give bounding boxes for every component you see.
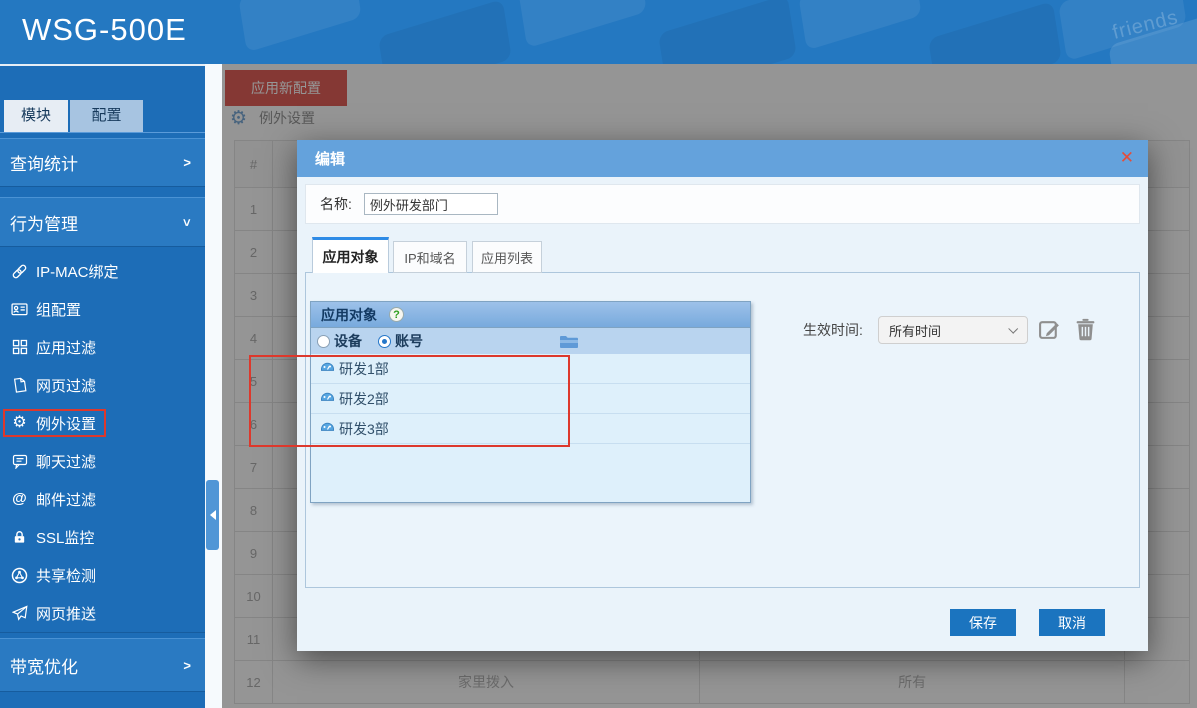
name-input[interactable]: [363, 193, 498, 215]
sidebar-item-web-filter[interactable]: 网页过滤: [0, 366, 205, 404]
sidebar-item-ssl-monitor[interactable]: SSL监控: [0, 518, 205, 556]
panel-header: 应用对象 ?: [311, 302, 750, 328]
tab-app-objects[interactable]: 应用对象: [312, 237, 389, 273]
sidebar-gap: [205, 64, 222, 708]
gear-icon: ⚙: [12, 414, 27, 431]
list-item[interactable]: 研发1部: [311, 354, 750, 384]
list-item[interactable]: 研发3部: [311, 414, 750, 444]
section-label: 行为管理: [10, 214, 78, 234]
sidebar-item-share-detect[interactable]: 共享检测: [0, 556, 205, 594]
sidebar-item-mail-filter[interactable]: @ 邮件过滤: [0, 480, 205, 518]
radio-device[interactable]: [317, 334, 330, 348]
chevron-right-icon: >: [183, 657, 191, 673]
app-object-list: 研发1部 研发2部 研发3部: [311, 354, 750, 444]
webpage-icon: [10, 377, 29, 394]
cancel-button[interactable]: 取消: [1039, 609, 1105, 636]
effective-time-select[interactable]: 所有时间: [878, 316, 1028, 344]
dialog-title: 编辑: [315, 151, 346, 168]
sidebar-item-web-push[interactable]: 网页推送: [0, 594, 205, 632]
group-gauge-icon: [319, 421, 336, 437]
section-label: 带宽优化: [10, 657, 78, 677]
app-title: WSG-500E: [22, 12, 187, 47]
sidebar-section-behavior[interactable]: 行为管理 >: [0, 197, 205, 247]
help-icon[interactable]: ?: [389, 307, 404, 322]
sidebar: 模块 配置 查询统计 > 行为管理 > IP-MAC绑定 组配置 应用过滤 网页…: [0, 64, 205, 708]
sidebar-item-label: 邮件过滤: [36, 491, 97, 509]
dialog-titlebar: 编辑: [297, 140, 1148, 177]
app-window: friends WSG-500E 模块 配置 查询统计 > 行为管理 > IP-…: [0, 0, 1197, 708]
sidebar-tabline: [0, 132, 205, 133]
sidebar-item-chat-filter[interactable]: 聊天过滤: [0, 442, 205, 480]
sidebar-tab-config[interactable]: 配置: [70, 100, 143, 132]
select-chevron-icon: [1008, 323, 1019, 334]
name-field-row: 名称:: [305, 184, 1140, 224]
sidebar-item-app-filter[interactable]: 应用过滤: [0, 328, 205, 366]
radio-account-label: 账号: [395, 333, 423, 349]
panel-title: 应用对象: [321, 306, 377, 323]
sidebar-divider: [0, 632, 205, 633]
radio-device-label: 设备: [334, 333, 362, 349]
sidebar-tab-modules[interactable]: 模块: [4, 100, 68, 132]
list-item-label: 研发2部: [339, 390, 389, 407]
sidebar-item-ip-mac[interactable]: IP-MAC绑定: [0, 252, 205, 290]
sidebar-item-label: 网页过滤: [36, 377, 97, 395]
tab-ip-domain[interactable]: IP和域名: [393, 241, 467, 273]
effective-time-label: 生效时间:: [803, 322, 863, 338]
effective-time-value: 所有时间: [889, 323, 942, 339]
paper-plane-icon: [10, 605, 29, 622]
name-label: 名称:: [320, 196, 352, 212]
at-icon: @: [12, 490, 27, 507]
sidebar-item-exception[interactable]: ⚙ 例外设置: [0, 404, 205, 442]
chevron-down-icon: >: [179, 218, 195, 226]
id-card-icon: [10, 301, 29, 318]
folder-icon[interactable]: [559, 334, 579, 349]
section-label: 查询统计: [10, 155, 78, 174]
grid-icon: [10, 339, 29, 356]
radio-account[interactable]: [378, 334, 391, 348]
sidebar-item-label: 聊天过滤: [36, 453, 97, 471]
save-button[interactable]: 保存: [950, 609, 1016, 636]
close-icon[interactable]: ✕: [1120, 148, 1134, 168]
list-item-label: 研发3部: [339, 420, 389, 437]
object-type-radio-row: 设备 账号: [311, 328, 750, 354]
sidebar-item-label: SSL监控: [36, 529, 95, 547]
chevron-right-icon: >: [183, 155, 191, 170]
lock-icon: [10, 529, 29, 546]
sidebar-item-label: 组配置: [36, 301, 82, 319]
list-item-label: 研发1部: [339, 360, 389, 377]
sidebar-item-group-config[interactable]: 组配置: [0, 290, 205, 328]
link-icon: [10, 263, 29, 280]
sidebar-item-label: 网页推送: [36, 605, 97, 623]
sidebar-item-label: 应用过滤: [36, 339, 97, 357]
edit-dialog: 编辑 ✕ 名称: 应用对象 IP和域名 应用列表 应用对象 ? 设备 账号: [297, 140, 1148, 651]
sidebar-item-label: 例外设置: [36, 415, 97, 433]
sidebar-item-label: 共享检测: [36, 567, 97, 585]
chat-icon: [10, 453, 29, 470]
sidebar-item-label: IP-MAC绑定: [36, 263, 119, 281]
group-gauge-icon: [319, 391, 336, 407]
delete-time-icon[interactable]: [1072, 316, 1098, 342]
group-gauge-icon: [319, 361, 336, 377]
top-header: friends WSG-500E: [0, 0, 1197, 64]
tab-app-list[interactable]: 应用列表: [472, 241, 542, 273]
sidebar-collapse-handle[interactable]: [206, 480, 219, 550]
list-item[interactable]: 研发2部: [311, 384, 750, 414]
share-icon: [10, 567, 29, 584]
collapse-arrow-icon: [209, 510, 216, 520]
edit-time-icon[interactable]: [1036, 316, 1062, 342]
sidebar-menu: IP-MAC绑定 组配置 应用过滤 网页过滤 ⚙ 例外设置 聊天过滤 @ 邮件过…: [0, 252, 205, 632]
sidebar-section-bandwidth[interactable]: 带宽优化 >: [0, 638, 205, 692]
sidebar-section-query-stats[interactable]: 查询统计 >: [0, 138, 205, 187]
app-objects-panel: 应用对象 ? 设备 账号 研发1部 研发2部 研发3部: [310, 301, 751, 503]
